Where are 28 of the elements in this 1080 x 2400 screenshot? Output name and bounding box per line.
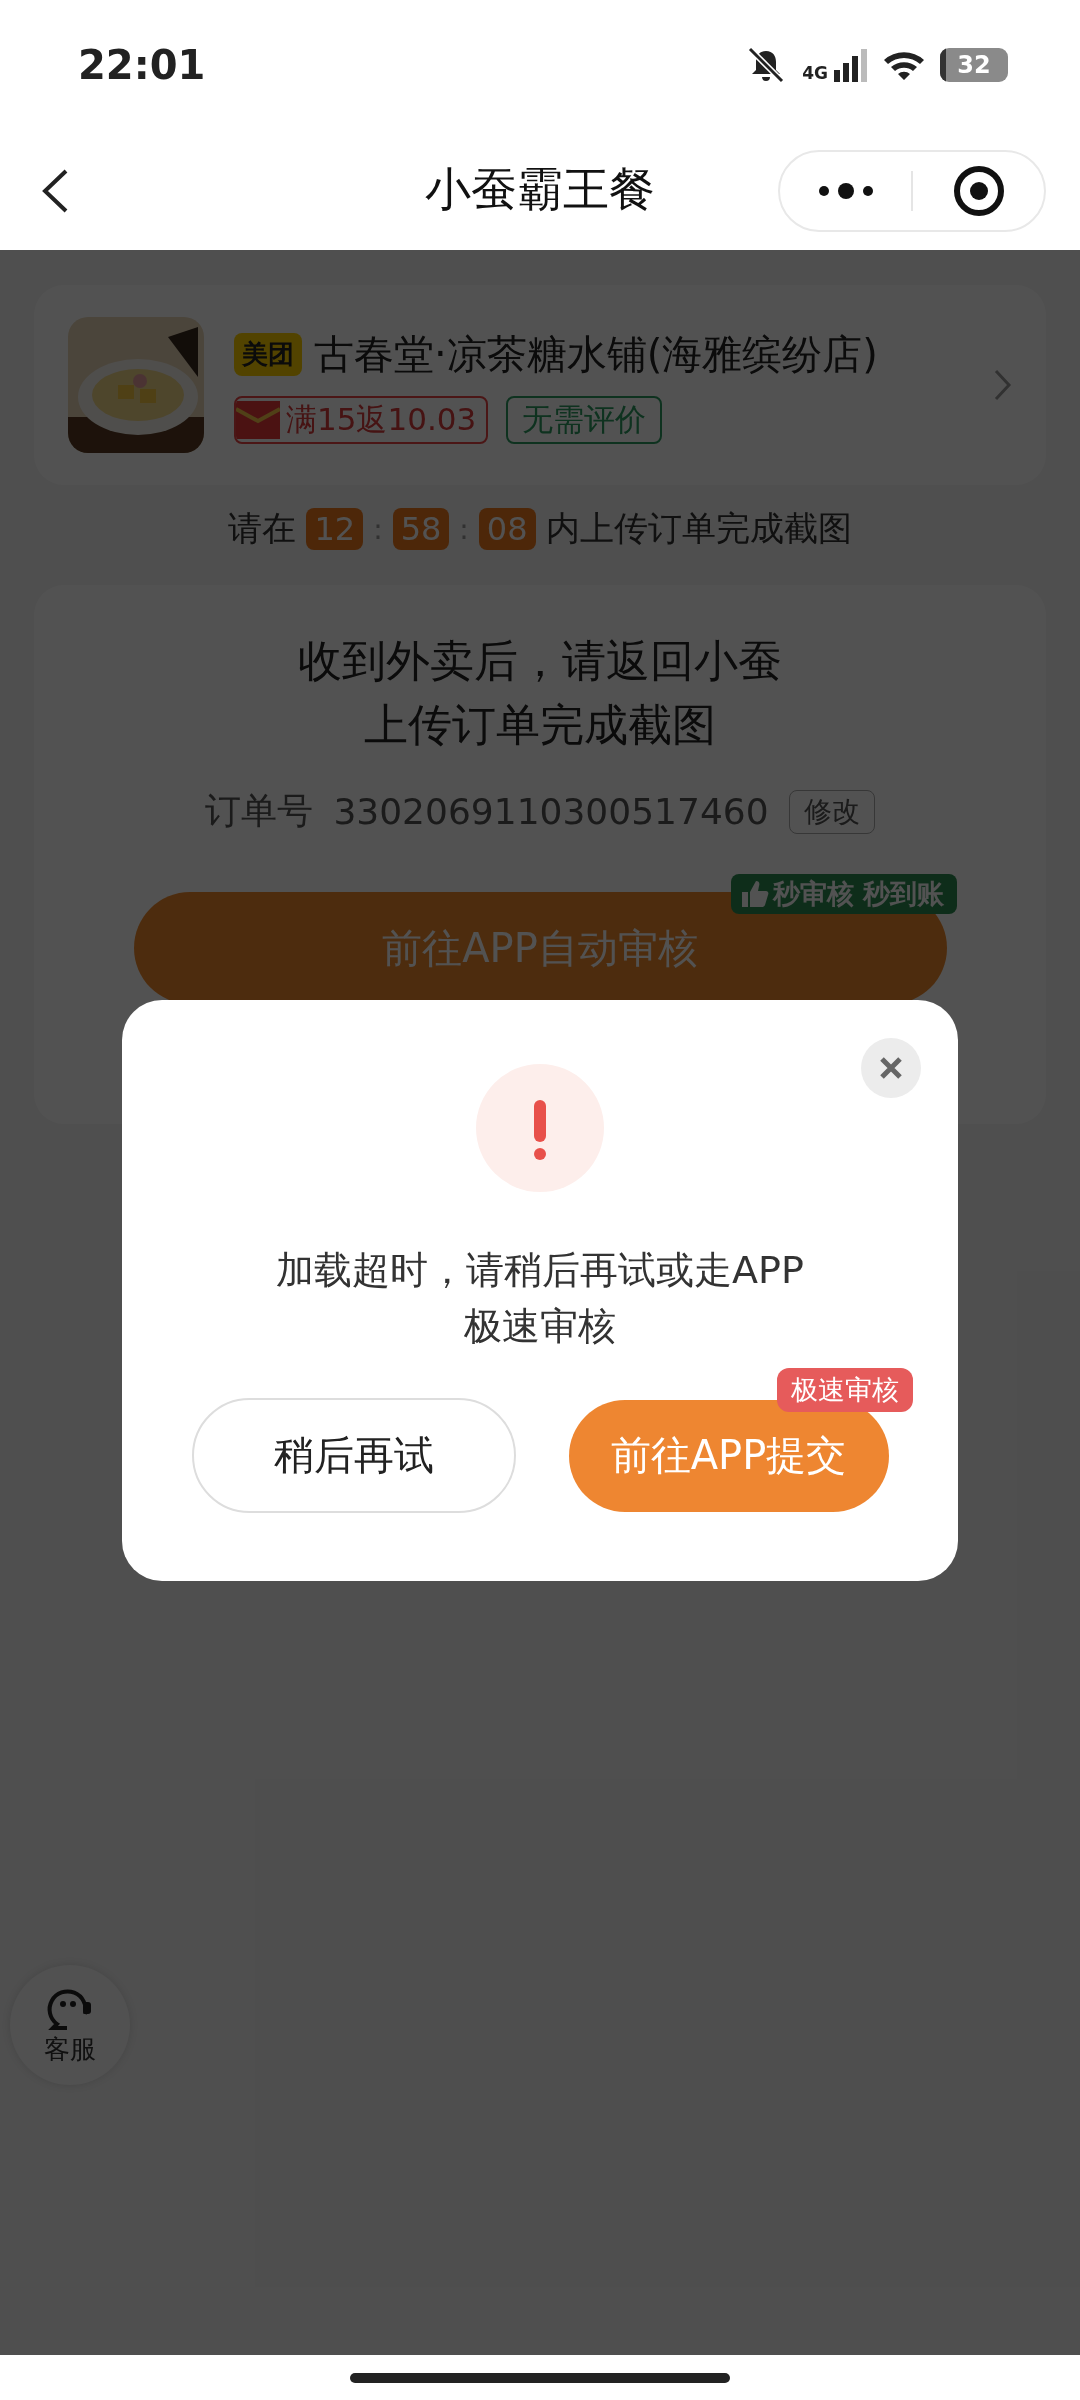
page-title: 小蚕霸王餐 — [425, 161, 655, 218]
shop-name: 古春堂·凉茶糖水铺(海雅缤纷店) — [314, 329, 878, 379]
home-indicator[interactable] — [350, 2372, 730, 2383]
battery-icon: 32 — [940, 48, 1008, 82]
customer-service-button[interactable]: 客服 — [10, 1965, 130, 2085]
back-button[interactable] — [40, 168, 70, 214]
chevron-right-icon — [994, 369, 1012, 401]
target-icon — [952, 165, 1005, 217]
rebate-tag: 满15返10.03 — [234, 395, 489, 444]
countdown-suffix: 内上传订单完成截图 — [545, 507, 852, 550]
instruction-text: 收到外卖后，请返回小蚕 上传订单完成截图 — [298, 634, 782, 752]
review-tag: 无需评价 — [506, 395, 663, 444]
close-icon — [879, 1056, 903, 1080]
alert-icon — [476, 1064, 604, 1192]
clock-time: 22:01 — [78, 42, 206, 88]
dialog-message: 加载超时，请稍后再试或走APP 极速审核 — [276, 1247, 804, 1350]
promo-badge: 秒审核 秒到账 — [731, 874, 957, 914]
countdown-digits: 12 — [306, 508, 364, 550]
countdown-prefix: 请在 — [228, 507, 297, 550]
network-type: 4G — [802, 65, 828, 82]
countdown-colon: : — [373, 512, 383, 546]
retry-later-button[interactable]: 稍后再试 — [191, 1398, 516, 1513]
signal-icon — [832, 48, 868, 82]
countdown-digits: 58 — [392, 508, 450, 550]
fast-review-badge: 极速审核 — [776, 1367, 913, 1412]
platform-badge: 美团 — [234, 332, 302, 376]
countdown-colon: : — [459, 512, 469, 546]
countdown-digits: 08 — [478, 508, 536, 550]
